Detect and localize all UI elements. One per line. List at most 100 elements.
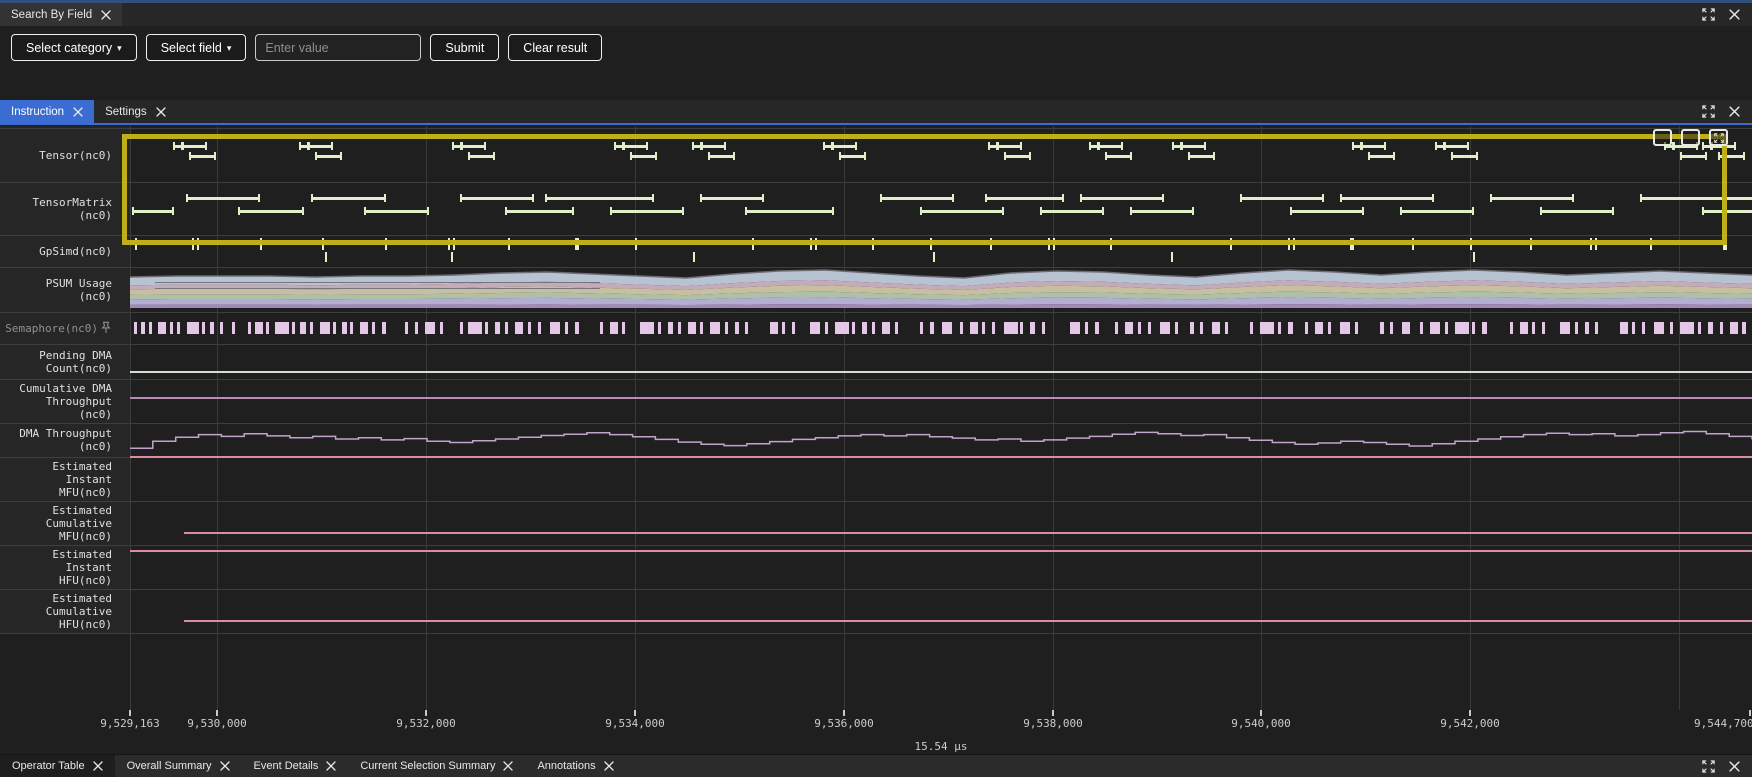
tab-instruction[interactable]: Instruction: [0, 100, 94, 123]
semaphore-mark: [1148, 322, 1151, 334]
close-tab-icon[interactable]: [93, 761, 103, 771]
row-label-text: Estimated Cumulative HFU(nc0): [17, 592, 112, 631]
axis-tick: [129, 710, 131, 716]
row-label-text: Pending DMA Count(nc0): [17, 349, 112, 375]
tab-settings-label: Settings: [105, 106, 147, 118]
row-label-pending-dma-count: Pending DMA Count(nc0): [0, 344, 122, 379]
expand-panel-icon[interactable]: [1702, 760, 1715, 773]
chart-tool-button-1[interactable]: [1653, 129, 1672, 146]
semaphore-mark: [275, 322, 289, 334]
semaphore-mark: [895, 322, 898, 334]
semaphore-mark: [992, 322, 995, 334]
semaphore-mark: [460, 322, 463, 334]
semaphore-mark: [1730, 322, 1738, 334]
chart-tool-button-2[interactable]: [1681, 129, 1700, 146]
semaphore-mark: [440, 322, 443, 334]
clear-result-button[interactable]: Clear result: [508, 34, 602, 61]
metric-line-estimated-cumulative-hfu-line: [184, 620, 1752, 622]
tab-overall-summary[interactable]: Overall Summary: [115, 755, 242, 777]
semaphore-mark: [942, 322, 952, 334]
chart-expand-button[interactable]: [1709, 129, 1728, 146]
axis-tick-label: 9,534,000: [605, 717, 665, 730]
row-divider: [0, 312, 1752, 313]
semaphore-mark: [970, 322, 978, 334]
semaphore-mark: [1455, 322, 1469, 334]
close-tab-icon[interactable]: [73, 107, 83, 117]
tab-operator-table[interactable]: Operator Table: [0, 755, 115, 777]
semaphore-mark: [1225, 322, 1228, 334]
semaphore-mark: [350, 322, 353, 334]
row-divider: [0, 545, 1752, 546]
semaphore-mark: [210, 322, 214, 334]
tab-event-details-label: Event Details: [254, 760, 319, 772]
semaphore-mark: [1708, 322, 1713, 334]
axis-tick: [425, 710, 427, 716]
semaphore-mark: [1042, 322, 1045, 334]
axis-tick: [1469, 710, 1471, 716]
bottom-bar-controls: [1702, 755, 1752, 777]
metric-line-cumulative-dma-throughput-line: [130, 397, 1752, 399]
semaphore-mark: [565, 322, 568, 334]
close-tab-icon[interactable]: [156, 107, 166, 117]
expand-arrows-icon: [1714, 133, 1724, 143]
tab-annotations[interactable]: Annotations: [525, 755, 625, 777]
row-label-estimated-instant-mfu: Estimated Instant MFU(nc0): [0, 457, 122, 501]
semaphore-mark: [255, 322, 263, 334]
tab-current-selection-summary-label: Current Selection Summary: [360, 760, 495, 772]
axis-tick: [1052, 710, 1054, 716]
close-tab-icon[interactable]: [101, 10, 111, 20]
semaphore-mark: [872, 322, 875, 334]
semaphore-mark: [232, 322, 235, 334]
semaphore-mark: [745, 322, 748, 334]
semaphore-mark: [1680, 322, 1694, 334]
row-label-text: Semaphore(nc0): [3, 322, 98, 335]
semaphore-mark: [862, 322, 867, 334]
row-label-text: DMA Throughput (nc0): [17, 427, 112, 453]
value-input[interactable]: [255, 34, 421, 61]
tab-event-details[interactable]: Event Details: [242, 755, 349, 777]
axis-tick: [216, 710, 218, 716]
semaphore-mark: [852, 322, 855, 334]
expand-panel-icon[interactable]: [1702, 8, 1715, 21]
tab-search-by-field[interactable]: Search By Field: [0, 3, 122, 26]
semaphore-mark: [1095, 322, 1099, 334]
close-tab-icon[interactable]: [220, 761, 230, 771]
pin-icon[interactable]: [100, 321, 112, 335]
metric-line-estimated-cumulative-mfu-line: [184, 532, 1752, 534]
expand-panel-icon[interactable]: [1702, 105, 1715, 118]
tab-current-selection-summary[interactable]: Current Selection Summary: [348, 755, 525, 777]
semaphore-mark: [1560, 322, 1570, 334]
semaphore-mark: [528, 322, 531, 334]
semaphore-mark: [1575, 322, 1578, 334]
select-category-button[interactable]: Select category ▾: [11, 34, 137, 61]
close-tab-icon[interactable]: [503, 761, 513, 771]
semaphore-mark: [1380, 322, 1384, 334]
semaphore-mark: [725, 322, 728, 334]
close-tab-icon[interactable]: [604, 761, 614, 771]
close-panel-icon[interactable]: [1729, 106, 1740, 117]
semaphore-mark: [1004, 322, 1018, 334]
semaphore-mark: [177, 322, 180, 334]
semaphore-mark: [1030, 322, 1035, 334]
close-tab-icon[interactable]: [326, 761, 336, 771]
semaphore-mark: [1212, 322, 1220, 334]
search-toolbar: Select category ▾ Select field ▾ Submit …: [11, 34, 602, 61]
submit-button[interactable]: Submit: [430, 34, 499, 61]
tab-settings[interactable]: Settings: [94, 100, 177, 123]
axis-tick-label: 9,529,163: [100, 717, 160, 730]
select-field-button[interactable]: Select field ▾: [146, 34, 247, 61]
close-panel-icon[interactable]: [1729, 761, 1740, 772]
semaphore-mark: [835, 322, 849, 334]
semaphore-mark: [505, 322, 508, 334]
close-panel-icon[interactable]: [1729, 9, 1740, 20]
caret-down-icon: ▾: [227, 43, 232, 54]
semaphore-mark: [495, 322, 500, 334]
semaphore-mark: [415, 322, 418, 334]
tab-search-by-field-label: Search By Field: [11, 9, 92, 21]
semaphore-mark: [1355, 322, 1358, 334]
semaphore-mark: [1445, 322, 1448, 334]
semaphore-mark: [1632, 322, 1635, 334]
semaphore-mark: [266, 322, 269, 334]
row-divider: [0, 633, 1752, 634]
chart-area[interactable]: 15.54 μs Tensor(nc0)TensorMatrix (nc0)Gp…: [0, 126, 1752, 755]
